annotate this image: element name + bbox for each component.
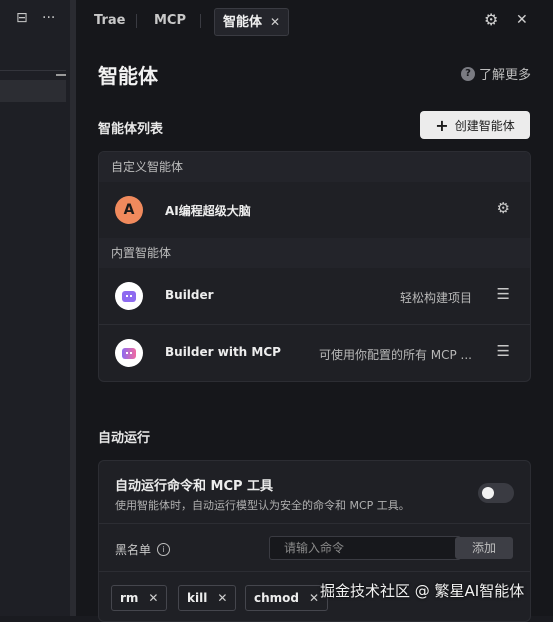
learn-more-link[interactable]: ? 了解更多 <box>460 64 531 83</box>
blacklist-tag: rm ✕ <box>111 585 168 611</box>
auto-run-desc: 使用智能体时，自动运行模型认为安全的命令和 MCP 工具。 <box>115 499 410 512</box>
tag-label: kill <box>187 591 208 605</box>
agents-panel: Trae MCP 智能体 ✕ ⚙ ✕ 智能体 ? 了解更多 智能体列表 + 创建智… <box>76 0 553 622</box>
agent-row[interactable]: A AI编程超级大脑 ⚙ <box>99 182 530 238</box>
agent-desc: 轻松构建项目 <box>399 291 472 305</box>
remove-tag-icon[interactable]: ✕ <box>217 591 227 605</box>
add-button[interactable]: 添加 <box>455 537 513 559</box>
selected-line <box>0 80 66 102</box>
page-title: 智能体 <box>98 64 158 88</box>
tab-mcp[interactable]: MCP <box>154 8 186 34</box>
auto-run-title: 自动运行命令和 MCP 工具 <box>115 479 274 494</box>
list-icon[interactable]: ☰ <box>497 285 510 303</box>
avatar: A <box>115 196 143 224</box>
divider <box>99 571 530 572</box>
remove-tag-icon[interactable]: ✕ <box>309 591 319 605</box>
tab-agents[interactable]: 智能体 ✕ <box>214 8 290 36</box>
avatar <box>115 282 143 310</box>
list-icon[interactable]: ☰ <box>497 342 510 360</box>
agents-section-title: 智能体列表 <box>98 122 164 137</box>
tab-separator <box>136 14 137 28</box>
collapse-icon[interactable] <box>56 74 66 76</box>
agent-row[interactable]: Builder with MCP 可使用你配置的所有 MCP ... ☰ <box>99 324 530 381</box>
auto-run-section-title: 自动运行 <box>98 431 151 446</box>
tag-label: chmod <box>254 591 299 605</box>
command-input[interactable] <box>269 536 461 560</box>
help-icon: ? <box>460 66 475 81</box>
plus-icon: + <box>435 115 449 135</box>
toggle-knob <box>482 487 494 499</box>
auto-run-toggle[interactable] <box>478 483 514 503</box>
info-icon[interactable]: i <box>157 543 171 556</box>
gear-icon[interactable]: ⚙ <box>484 10 498 29</box>
create-agent-label: 创建智能体 <box>454 118 515 133</box>
custom-group-header: 自定义智能体 <box>99 152 530 182</box>
more-icon[interactable]: ··· <box>42 10 55 26</box>
blacklist-label: 黑名单 i <box>115 541 171 558</box>
close-icon[interactable]: ✕ <box>516 12 528 28</box>
close-tab-icon[interactable]: ✕ <box>270 15 280 29</box>
agent-row[interactable]: Builder 轻松构建项目 ☰ <box>99 268 530 324</box>
blacklist-text: 黑名单 <box>115 543 152 557</box>
split-layout-icon[interactable]: ⊟ <box>16 10 28 26</box>
bot-mcp-icon <box>122 347 136 359</box>
tab-bar: Trae MCP 智能体 ✕ ⚙ ✕ <box>76 0 553 40</box>
tab-trae[interactable]: Trae <box>94 8 125 34</box>
avatar <box>115 339 143 367</box>
agents-list: 自定义智能体 A AI编程超级大脑 ⚙ 内置智能体 Builder 轻松构建项目… <box>98 151 531 382</box>
tab-separator <box>200 14 201 28</box>
builtin-group-header: 内置智能体 <box>99 238 530 268</box>
settings-icon[interactable]: ⚙ <box>497 199 510 217</box>
watermark: 掘金技术社区 @ 繁星AI智能体 <box>320 582 525 600</box>
remove-tag-icon[interactable]: ✕ <box>148 591 158 605</box>
blacklist-tag: kill ✕ <box>178 585 237 611</box>
bot-icon <box>122 290 136 302</box>
tag-label: rm <box>120 591 139 605</box>
agent-name: AI编程超级大脑 <box>165 204 251 218</box>
create-agent-button[interactable]: + 创建智能体 <box>420 111 530 139</box>
divider <box>99 523 530 524</box>
divider <box>0 70 66 71</box>
left-editor-strip: ⊟ ··· <box>0 0 70 616</box>
blacklist-tag: chmod ✕ <box>245 585 329 611</box>
learn-more-label: 了解更多 <box>478 68 531 83</box>
agent-desc: 可使用你配置的所有 MCP ... <box>318 348 472 362</box>
agent-name: Builder with MCP <box>165 345 281 359</box>
agent-name: Builder <box>165 288 214 302</box>
tab-agents-label: 智能体 <box>223 15 263 30</box>
